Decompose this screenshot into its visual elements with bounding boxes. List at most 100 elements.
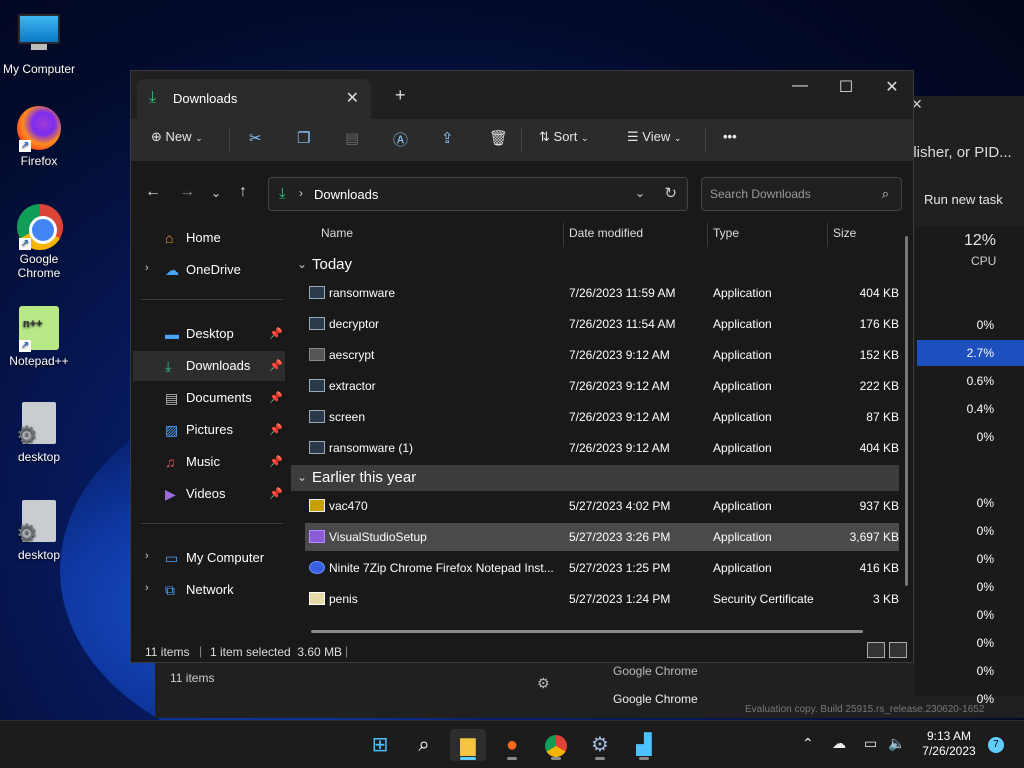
process-row-chrome[interactable]: Google Chrome [613,692,698,706]
tiles-view-icon[interactable] [889,642,907,658]
chevron-right-icon[interactable]: › [145,262,149,274]
taskbar-file-explorer[interactable]: ▆ [450,729,486,761]
close-icon[interactable]: ✕ [911,96,931,116]
column-header-name[interactable]: Name [321,226,353,240]
file-size: 176 KB [859,317,899,331]
close-tab-icon[interactable]: ✕ [346,88,359,108]
sidebar-item-home[interactable]: ⌂ Home [133,223,285,253]
refresh-icon[interactable]: ↻ [664,184,677,202]
cpu-column-header[interactable]: CPU [971,254,996,268]
minimize-icon[interactable]: — [777,77,823,95]
column-header-size[interactable]: Size [833,226,856,240]
start-button[interactable]: ⊞ [362,729,398,761]
notification-badge[interactable]: 7 [988,737,1004,753]
file-date: 5/27/2023 3:26 PM [569,530,671,544]
copy-icon[interactable]: ❐ [297,129,310,147]
folder-icon: ▆ [460,734,476,756]
table-row[interactable]: decryptor 7/26/2023 11:54 AM Application… [305,310,899,338]
back-arrow-icon[interactable]: ← [145,183,161,201]
up-arrow-icon[interactable]: ↑ [239,183,247,201]
address-history-chevron-icon[interactable]: ⌄ [635,186,645,200]
gear-icon[interactable]: ⚙ [537,675,550,692]
cut-icon[interactable]: ✂ [249,129,262,147]
sidebar-item-music[interactable]: ♫ Music 📌 [133,447,285,477]
table-row[interactable]: Ninite 7Zip Chrome Firefox Notepad Inst.… [305,554,899,582]
volume-icon[interactable]: 🔈 [888,735,905,752]
desktop-icon-chrome[interactable]: ↗ Google Chrome [0,204,78,280]
new-button[interactable]: ⊕ New ⌄ [151,129,203,145]
file-name: Ninite 7Zip Chrome Firefox Notepad Inst.… [329,561,554,575]
group-header-earlier[interactable]: ⌄ Earlier this year [291,465,899,491]
search-input[interactable]: Search Downloads ⌕ [701,177,902,211]
table-row[interactable]: vac470 5/27/2023 4:02 PM Application 937… [305,492,899,520]
address-bar[interactable]: ⤓ › Downloads ⌄ ↻ [268,177,688,211]
application-icon [309,441,325,454]
desktop-icon-firefox[interactable]: ↗ Firefox [0,106,78,168]
share-icon[interactable]: ⇪ [441,129,454,147]
breadcrumb-downloads[interactable]: Downloads [314,187,378,202]
column-header-date[interactable]: Date modified [569,226,643,240]
view-icon: ☰ [627,129,639,144]
desktop-icon-desktop-2[interactable]: desktop [0,500,78,562]
chevron-up-icon[interactable]: ⌃ [802,735,814,752]
tab-downloads[interactable]: ⤓ Downloads ✕ [137,79,371,119]
table-row[interactable]: penis 5/27/2023 1:24 PM Security Certifi… [305,585,899,613]
sidebar-item-my-computer[interactable]: › ▭ My Computer [133,543,285,573]
recent-locations-chevron-icon[interactable]: ⌄ [211,186,221,200]
column-divider[interactable] [707,223,708,247]
details-view-icon[interactable] [867,642,885,658]
taskbar-task-manager[interactable]: ▟ [626,729,662,761]
view-button[interactable]: ☰ View ⌄ [627,129,681,145]
table-row-selected[interactable]: VisualStudioSetup 5/27/2023 3:26 PM Appl… [305,523,899,551]
title-bar[interactable]: ⤓ Downloads ✕ + — ☐ ✕ [131,71,913,119]
taskbar-settings[interactable]: ⚙ [582,729,618,761]
table-row[interactable]: extractor 7/26/2023 9:12 AM Application … [305,372,899,400]
sidebar-item-videos[interactable]: ▶ Videos 📌 [133,479,285,509]
column-header-type[interactable]: Type [713,226,739,240]
table-row[interactable]: screen 7/26/2023 9:12 AM Application 87 … [305,403,899,431]
more-options-button[interactable]: ••• [723,129,737,144]
sidebar-item-documents[interactable]: ▤ Documents 📌 [133,383,285,413]
run-new-task-button[interactable]: Run new task [924,192,1003,207]
close-icon[interactable]: ✕ [869,77,915,97]
onedrive-offline-icon[interactable]: ☁ [832,735,846,752]
chevron-right-icon[interactable]: › [145,550,149,562]
group-header-today[interactable]: ⌄ Today [291,252,899,278]
column-divider[interactable] [563,223,564,247]
taskbar-firefox[interactable]: ● [494,729,530,761]
column-divider[interactable] [827,223,828,247]
table-row[interactable]: ransomware 7/26/2023 11:59 AM Applicatio… [305,279,899,307]
desktop-icon-my-computer[interactable]: My Computer [0,8,78,76]
vertical-scrollbar[interactable] [905,236,908,586]
clock[interactable]: 9:13 AM 7/26/2023 [912,729,986,759]
download-icon: ⤓ [165,358,172,374]
sidebar-item-downloads[interactable]: ⤓ Downloads 📌 [133,351,285,381]
music-icon: ♫ [165,454,176,470]
paste-icon[interactable]: ▤ [345,129,359,147]
maximize-icon[interactable]: ☐ [823,77,869,97]
table-row[interactable]: aescrypt 7/26/2023 9:12 AM Application 1… [305,341,899,369]
sidebar-item-onedrive[interactable]: › ☁ OneDrive [133,255,285,285]
sidebar-item-desktop[interactable]: ▬ Desktop 📌 [133,319,285,349]
process-row-chrome[interactable]: Google Chrome [613,664,698,678]
task-manager-search[interactable]: plisher, or PID... [905,144,1012,161]
sidebar-item-pictures[interactable]: ▨ Pictures 📌 [133,415,285,445]
taskbar-chrome[interactable] [538,729,574,761]
chevron-right-icon[interactable]: › [145,582,149,594]
search-button[interactable]: ⌕ [406,729,442,761]
search-placeholder: Search Downloads [710,187,811,201]
delete-icon[interactable]: 🗑 [489,129,508,147]
horizontal-scrollbar[interactable] [311,630,863,633]
sidebar-item-network[interactable]: › ⧉ Network [133,575,285,605]
clock-date: 7/26/2023 [922,744,976,758]
application-icon [309,317,325,330]
search-icon: ⌕ [881,186,889,201]
rename-icon[interactable]: Ⓐ [393,129,408,150]
table-row[interactable]: ransomware (1) 7/26/2023 9:12 AM Applica… [305,434,899,462]
sort-button[interactable]: ⇅ Sort ⌄ [539,129,589,145]
new-tab-icon[interactable]: + [395,85,406,106]
network-icon[interactable]: ▭ [864,735,877,752]
desktop-icon-notepadpp[interactable]: ↗ Notepad++ [0,306,78,368]
forward-arrow-icon[interactable]: → [179,183,195,201]
desktop-icon-desktop-1[interactable]: desktop [0,402,78,464]
